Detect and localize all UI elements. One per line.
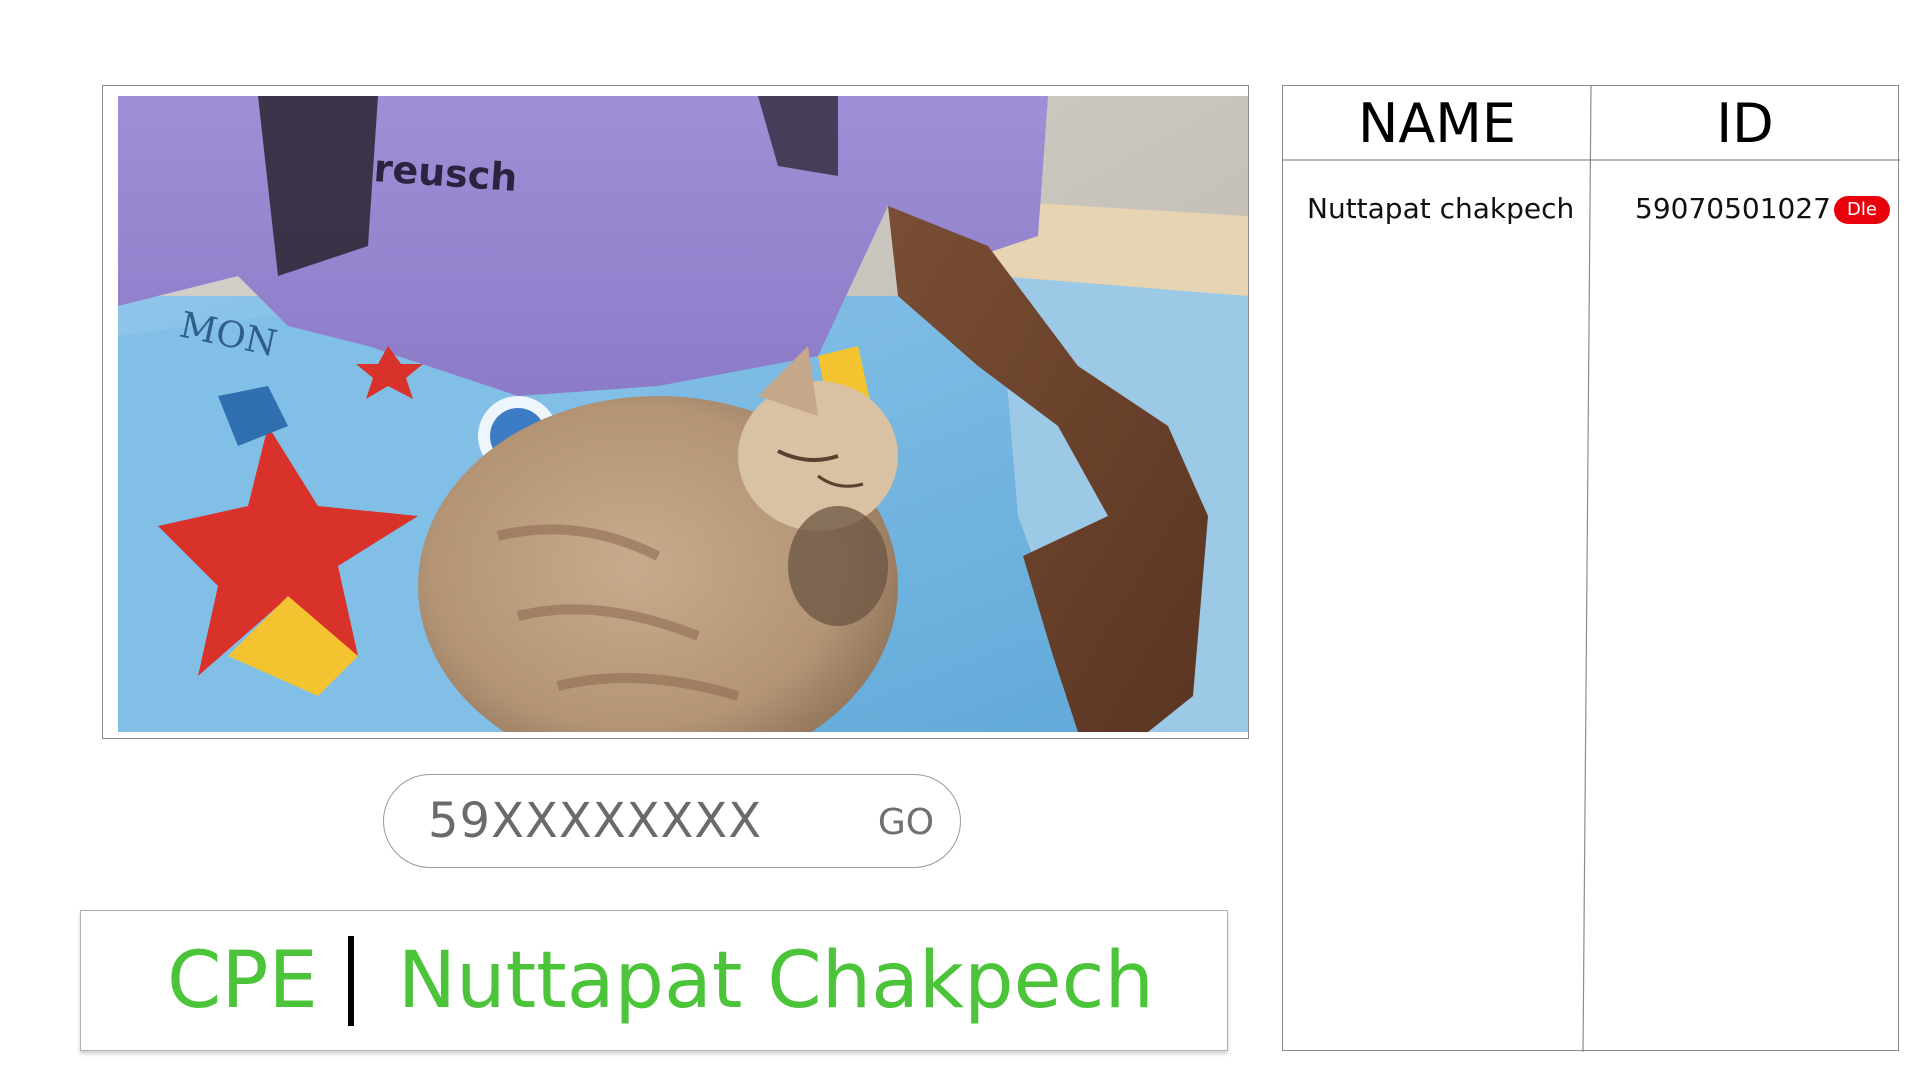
go-button[interactable]: GO	[871, 797, 941, 847]
banner-separator	[347, 935, 354, 1026]
department-label: CPE	[167, 935, 318, 1026]
table-cell-name: Nuttapat chakpech	[1307, 192, 1575, 225]
delete-row-button[interactable]: Dle	[1834, 196, 1890, 224]
attendance-table: NAME ID Nuttapat chakpech 59070501027 Dl…	[1282, 85, 1900, 1052]
name-banner: CPE Nuttapat Chakpech	[80, 910, 1228, 1051]
attendance-page: reusch MON 59XXXXXXXX GO CPE Nuttapat Ch…	[0, 0, 1920, 1080]
column-header-id: ID	[1716, 92, 1774, 155]
student-id-input-group: GO	[383, 774, 961, 868]
student-name-label: Nuttapat Chakpech	[397, 935, 1154, 1026]
table-cell-id: 59070501027	[1635, 192, 1831, 225]
column-header-name: NAME	[1357, 92, 1517, 155]
student-id-input[interactable]	[428, 793, 848, 849]
camera-image: reusch MON	[118, 96, 1248, 732]
camera-frame: reusch MON	[102, 85, 1249, 739]
camera-feed: reusch MON	[118, 96, 1248, 732]
table-grid-lines	[1283, 86, 1900, 1052]
